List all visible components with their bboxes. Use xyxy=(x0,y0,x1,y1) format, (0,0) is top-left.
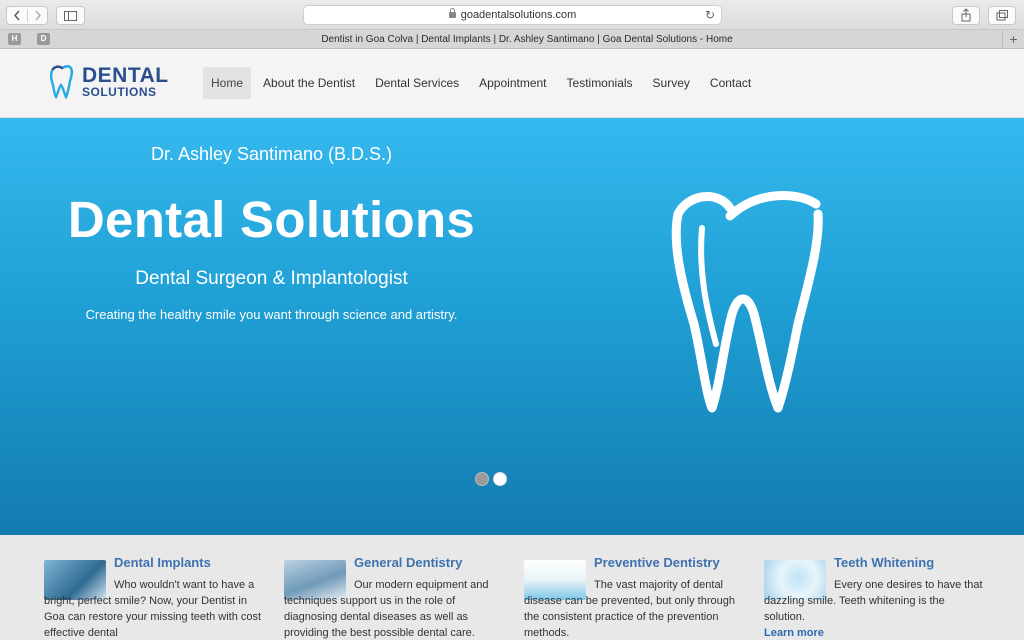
main-menu: Home About the Dentist Dental Services A… xyxy=(203,67,763,99)
menu-contact[interactable]: Contact xyxy=(702,67,759,99)
share-icon xyxy=(961,8,971,22)
browser-toolbar: goadentalsolutions.com ↻ xyxy=(0,0,1024,30)
service-text: Every one desires to have that dazzling … xyxy=(764,577,984,640)
tooth-icon xyxy=(671,191,823,413)
service-text: Who wouldn't want to have a bright, perf… xyxy=(44,579,262,639)
pinned-tab-d[interactable]: D xyxy=(37,33,50,45)
service-title[interactable]: Teeth Whitening xyxy=(834,555,934,570)
slider-dot-2[interactable] xyxy=(493,472,507,486)
tooth-logo-icon xyxy=(49,64,74,99)
menu-appointment[interactable]: Appointment xyxy=(471,67,554,99)
service-text: Our modern equipment and techniques supp… xyxy=(284,579,489,639)
share-button[interactable] xyxy=(952,6,980,25)
tabs-overview-button[interactable] xyxy=(988,6,1016,25)
history-nav xyxy=(6,6,48,25)
address-bar[interactable]: goadentalsolutions.com ↻ xyxy=(303,5,722,25)
hero-tagline: Creating the healthy smile you want thro… xyxy=(85,307,458,322)
reload-icon[interactable]: ↻ xyxy=(705,6,715,24)
service-body: Every one desires to have that dazzling … xyxy=(764,579,983,623)
learn-more-link[interactable]: Learn more xyxy=(764,625,984,640)
new-tab-button[interactable]: + xyxy=(1002,30,1024,49)
menu-about[interactable]: About the Dentist xyxy=(255,67,363,99)
service-title[interactable]: Dental Implants xyxy=(114,555,211,570)
hero-subtitle: Dental Surgeon & Implantologist xyxy=(135,268,408,289)
site-header: DENTAL SOLUTIONS Home About the Dentist … xyxy=(0,49,1024,118)
service-title[interactable]: Preventive Dentistry xyxy=(594,555,720,570)
service-teeth-whitening: Teeth Whitening Every one desires to hav… xyxy=(764,553,984,640)
hero-slider: Dr. Ashley Santimano (B.D.S.) Dental Sol… xyxy=(0,118,1024,535)
menu-testimonials[interactable]: Testimonials xyxy=(559,67,641,99)
forward-button[interactable] xyxy=(28,7,48,24)
tab-title[interactable]: Dentist in Goa Colva | Dental Implants |… xyxy=(60,30,994,49)
menu-survey[interactable]: Survey xyxy=(645,67,698,99)
logo-line2: SOLUTIONS xyxy=(82,85,157,99)
site-logo[interactable]: DENTAL SOLUTIONS xyxy=(48,63,178,103)
slider-dot-1[interactable] xyxy=(475,472,489,486)
url-text: goadentalsolutions.com xyxy=(460,9,577,21)
service-dental-implants: Dental Implants Who wouldn't want to hav… xyxy=(44,553,264,640)
hero-doctor-name: Dr. Ashley Santimano (B.D.S.) xyxy=(150,144,393,164)
slider-dots xyxy=(475,472,507,486)
logo-line1: DENTAL xyxy=(82,64,169,87)
menu-services[interactable]: Dental Services xyxy=(367,67,467,99)
sidebar-button[interactable] xyxy=(56,6,85,25)
tabs-icon xyxy=(996,10,1008,21)
service-title[interactable]: General Dentistry xyxy=(354,555,462,570)
menu-home[interactable]: Home xyxy=(203,67,252,99)
tab-bar: H D Dentist in Goa Colva | Dental Implan… xyxy=(0,30,1024,49)
back-button[interactable] xyxy=(7,7,27,24)
lock-icon xyxy=(448,8,456,18)
chevron-left-icon xyxy=(14,10,20,21)
services-section: Dental Implants Who wouldn't want to hav… xyxy=(0,535,1024,640)
sidebar-icon xyxy=(64,11,77,21)
pinned-tab-h[interactable]: H xyxy=(8,33,21,45)
service-general-dentistry: General Dentistry Our modern equipment a… xyxy=(284,553,504,640)
hero-title: Dental Solutions xyxy=(67,191,476,248)
chevron-right-icon xyxy=(35,10,41,21)
service-text: The vast majority of dental disease can … xyxy=(524,579,735,639)
service-preventive-dentistry: Preventive Dentistry The vast majority o… xyxy=(524,553,744,640)
